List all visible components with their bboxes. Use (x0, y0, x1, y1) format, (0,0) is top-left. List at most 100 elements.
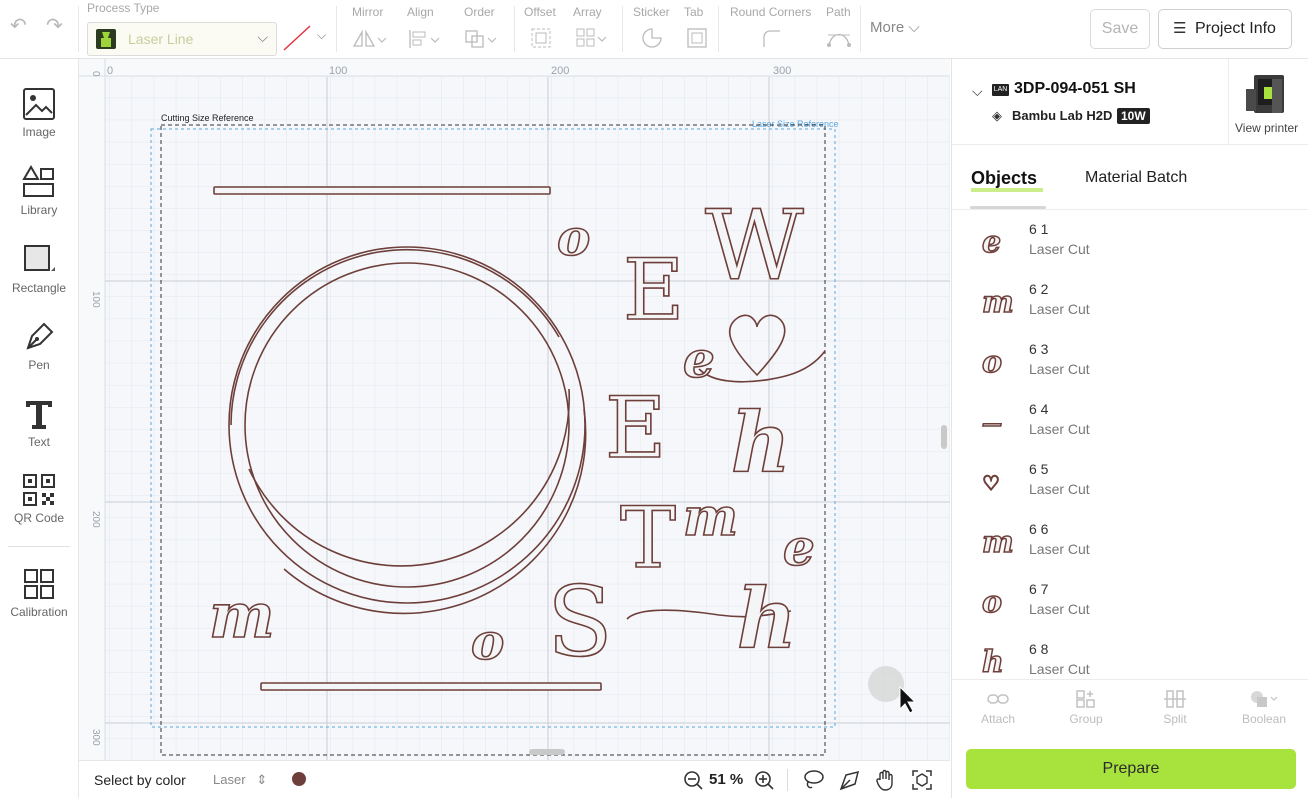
canvas-artboard[interactable]: 0 100 200 300 0 100 200 300 Laser Size R… (79, 59, 950, 760)
boolean-icon (1251, 691, 1278, 707)
sticker-label: Sticker (633, 5, 670, 19)
top-bar-shape[interactable] (213, 186, 551, 195)
toolbar-divider (336, 6, 337, 52)
ruler-left-tick: 200 (90, 511, 101, 528)
undo-icon[interactable]: ↶ (10, 16, 27, 36)
zoom-out-icon[interactable] (683, 770, 703, 790)
group-icon (1076, 690, 1095, 708)
letter-s[interactable]: S (546, 565, 613, 679)
list-item[interactable]: e 6 1 Laser Cut (952, 217, 1292, 277)
more-menu[interactable]: More ⌵ (870, 19, 920, 36)
offset-icon[interactable] (530, 27, 552, 49)
design-canvas[interactable]: 0 100 200 300 0 100 200 300 Laser Size R… (79, 59, 950, 760)
process-type-select[interactable]: Laser Line ⌵ (87, 22, 277, 56)
printer-thumbnail-icon[interactable] (1242, 73, 1292, 115)
object-thumbnail: e (981, 224, 1002, 261)
letter-e-middle[interactable]: E (604, 378, 667, 478)
ruler-left-tick: 300 (90, 729, 101, 746)
script-m-left[interactable]: m (208, 578, 275, 653)
vertical-scrollbar[interactable] (941, 425, 947, 449)
script-o-bottom[interactable]: o (470, 611, 505, 672)
sidebar-item-library[interactable]: Library (0, 165, 78, 217)
bottom-bar-shape[interactable] (260, 682, 602, 691)
zoom-in-icon[interactable] (754, 770, 774, 790)
lasso-icon[interactable] (802, 769, 824, 791)
printer-header[interactable]: ⌵ LAN 3DP-094-051 SH ◈ Bambu Lab H2D 10W… (952, 59, 1308, 144)
object-name: 6 1 (1029, 221, 1049, 237)
process-type-value: Laser Line (128, 31, 194, 47)
object-type: Laser Cut (1029, 481, 1090, 497)
list-item[interactable]: o 6 3 Laser Cut (952, 337, 1292, 397)
tab-objects-highlight (971, 188, 1043, 192)
object-type: Laser Cut (1029, 601, 1090, 617)
round-corners-label: Round Corners (730, 5, 812, 19)
project-info-button[interactable]: ☰ Project Info (1158, 9, 1292, 49)
tab-label: Tab (684, 5, 704, 19)
chevron-down-icon[interactable]: ⌵ (317, 28, 326, 43)
top-toolbar: ↶ ↷ Process Type Laser Line ⌵ ⌵ Mirror A… (0, 0, 1308, 59)
toolbar-divider (78, 6, 79, 52)
view-printer-label[interactable]: View printer (1235, 121, 1298, 135)
attach-button[interactable]: Attach (963, 689, 1033, 726)
list-item[interactable]: ♡ 6 5 Laser Cut (952, 457, 1292, 517)
horizontal-scrollbar[interactable] (529, 749, 565, 755)
object-list[interactable]: e 6 1 Laser Cut m 6 2 Laser Cut o 6 3 La… (952, 217, 1308, 679)
object-type: Laser Cut (1029, 661, 1090, 677)
boolean-label: Boolean (1241, 712, 1287, 726)
script-o-top[interactable]: o (556, 207, 591, 268)
project-info-label: Project Info (1195, 20, 1276, 37)
script-h-top[interactable]: h (730, 394, 791, 492)
list-item[interactable]: — 6 4 Laser Cut (952, 397, 1292, 457)
shapes-icon (22, 165, 54, 197)
boolean-button[interactable]: Boolean (1229, 689, 1299, 726)
header-divider (1228, 59, 1229, 144)
canvas-status-bar: Select by color Laser ⇕ 51 % (79, 760, 950, 799)
tab-icon[interactable] (686, 27, 708, 49)
tab-material-batch[interactable]: Material Batch (1085, 169, 1187, 187)
color-swatch[interactable] (292, 772, 306, 786)
order-icon[interactable] (464, 28, 500, 50)
object-thumbnail: m (981, 284, 1014, 321)
list-item[interactable]: o 6 7 Laser Cut (952, 577, 1292, 637)
redo-icon[interactable]: ↷ (46, 16, 63, 36)
chevron-down-icon[interactable]: ⌵ (972, 83, 983, 100)
mirror-icon[interactable] (352, 28, 388, 50)
hand-pan-icon[interactable] (874, 768, 896, 792)
line-color-swatch[interactable] (280, 22, 314, 54)
align-icon[interactable] (407, 28, 443, 50)
tab-objects[interactable]: Objects (971, 168, 1037, 189)
path-icon[interactable] (826, 27, 852, 49)
group-button[interactable]: Group (1051, 689, 1121, 726)
letter-w[interactable]: W (704, 189, 805, 303)
script-m-right[interactable]: m (682, 486, 739, 549)
ruler-top-tick: 0 (107, 65, 113, 77)
sidebar-item-rectangle[interactable]: Rectangle (0, 243, 78, 295)
sidebar-item-image[interactable]: Image (0, 87, 78, 139)
sidebar-item-calibration[interactable]: Calibration (0, 567, 78, 619)
select-tool-icon[interactable] (838, 769, 860, 791)
list-item[interactable]: m 6 6 Laser Cut (952, 517, 1292, 577)
fit-view-icon[interactable] (911, 769, 933, 791)
script-e-right[interactable]: e (782, 517, 815, 578)
object-name: 6 6 (1029, 521, 1049, 537)
split-button[interactable]: Split (1140, 689, 1210, 726)
script-h-bottom[interactable]: h (736, 570, 797, 668)
letter-e-top[interactable]: E (622, 240, 685, 340)
sidebar-item-qr-code[interactable]: QR Code (0, 473, 78, 525)
save-button[interactable]: Save (1090, 9, 1150, 49)
panel-divider (952, 144, 1308, 145)
layer-select[interactable]: Laser ⇕ (213, 772, 267, 788)
sidebar-item-pen[interactable]: Pen (0, 320, 78, 372)
list-item[interactable]: m 6 2 Laser Cut (952, 277, 1292, 337)
prepare-button[interactable]: Prepare (966, 749, 1296, 789)
round-corners-icon[interactable] (760, 27, 782, 49)
order-label: Order (464, 5, 495, 19)
script-e-heart[interactable]: e (682, 329, 715, 390)
ruler-left (79, 59, 105, 760)
letter-t[interactable]: T (619, 488, 677, 588)
ruler-top (79, 59, 950, 76)
sticker-icon[interactable] (640, 27, 664, 49)
sidebar-item-text[interactable]: Text (0, 397, 78, 449)
list-item[interactable]: h 6 8 Laser Cut (952, 637, 1292, 679)
array-icon[interactable] (576, 27, 610, 49)
